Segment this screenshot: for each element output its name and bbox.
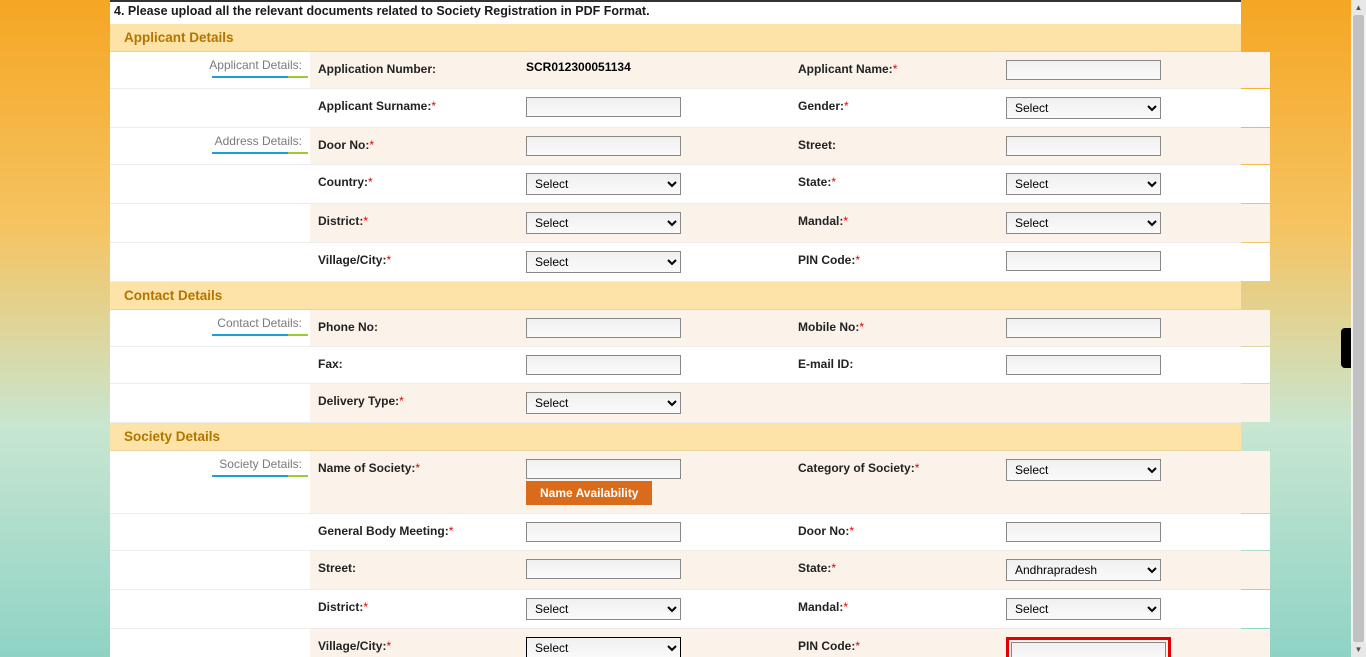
soc-street-input[interactable]	[526, 559, 681, 579]
side-label-contact: Contact Details:	[110, 310, 310, 336]
soc-pin-label: PIN Code:*	[790, 635, 1000, 657]
society-name-label: Name of Society:*	[310, 457, 520, 507]
main-scroll[interactable]: 4. Please upload all the relevant docume…	[0, 0, 1351, 657]
outer-scrollbar[interactable]: ▲ ▼	[1351, 0, 1366, 657]
side-label-applicant: Applicant Details:	[110, 52, 310, 78]
phone-label: Phone No:	[310, 316, 520, 340]
state-select[interactable]: Select	[1006, 173, 1161, 195]
soc-village-label: Village/City:*	[310, 635, 520, 657]
district-label: District:*	[310, 210, 520, 236]
surname-input[interactable]	[526, 97, 681, 117]
village-select[interactable]: Select	[526, 251, 681, 273]
pin-input[interactable]	[1006, 251, 1161, 271]
door-label: Door No:*	[310, 134, 520, 158]
soc-mandal-label: Mandal:*	[790, 596, 1000, 622]
state-label: State:*	[790, 171, 1000, 197]
street-label: Street:	[790, 134, 1000, 158]
country-select[interactable]: Select	[526, 173, 681, 195]
soc-street-label: Street:	[310, 557, 520, 583]
application-number-label: Application Number:	[310, 58, 520, 82]
phone-input[interactable]	[526, 318, 681, 338]
applicant-name-input[interactable]	[1006, 60, 1161, 80]
mandal-select[interactable]: Select	[1006, 212, 1161, 234]
category-select[interactable]: Select	[1006, 459, 1161, 481]
side-tab-icon[interactable]	[1341, 328, 1351, 368]
soc-door-label: Door No:*	[790, 520, 1000, 544]
form-panel: 4. Please upload all the relevant docume…	[110, 0, 1241, 657]
email-label: E-mail ID:	[790, 353, 1000, 377]
side-label-address: Address Details:	[110, 128, 310, 154]
soc-district-label: District:*	[310, 596, 520, 622]
mandal-label: Mandal:*	[790, 210, 1000, 236]
soc-village-select[interactable]: Select	[526, 637, 681, 657]
surname-label: Applicant Surname:*	[310, 95, 520, 121]
fax-label: Fax:	[310, 353, 520, 377]
category-label: Category of Society:*	[790, 457, 1000, 507]
pin-label: PIN Code:*	[790, 249, 1000, 275]
side-label-society: Society Details:	[110, 451, 310, 477]
soc-pin-input[interactable]	[1011, 642, 1166, 657]
delivery-select[interactable]: Select	[526, 392, 681, 414]
soc-door-input[interactable]	[1006, 522, 1161, 542]
gbm-input[interactable]	[526, 522, 681, 542]
applicant-name-label: Applicant Name:*	[790, 58, 1000, 82]
street-input[interactable]	[1006, 136, 1161, 156]
district-select[interactable]: Select	[526, 212, 681, 234]
soc-mandal-select[interactable]: Select	[1006, 598, 1161, 620]
pin-highlight	[1006, 637, 1171, 657]
instruction-text: 4. Please upload all the relevant docume…	[110, 2, 1241, 24]
section-society: Society Details	[110, 423, 1241, 451]
gender-select[interactable]: Select	[1006, 97, 1161, 119]
soc-state-label: State:*	[790, 557, 1000, 583]
name-availability-button[interactable]: Name Availability	[526, 481, 652, 505]
email-input[interactable]	[1006, 355, 1161, 375]
soc-state-select[interactable]: Andhrapradesh	[1006, 559, 1161, 581]
door-input[interactable]	[526, 136, 681, 156]
scroll-track[interactable]	[1351, 15, 1366, 642]
section-applicant: Applicant Details	[110, 24, 1241, 52]
fax-input[interactable]	[526, 355, 681, 375]
mobile-label: Mobile No:*	[790, 316, 1000, 340]
country-label: Country:*	[310, 171, 520, 197]
soc-district-select[interactable]: Select	[526, 598, 681, 620]
mobile-input[interactable]	[1006, 318, 1161, 338]
society-name-input[interactable]	[526, 459, 681, 479]
gbm-label: General Body Meeting:*	[310, 520, 520, 544]
village-label: Village/City:*	[310, 249, 520, 275]
application-number-value: SCR012300051134	[520, 58, 790, 82]
scroll-up-icon[interactable]: ▲	[1351, 0, 1366, 15]
delivery-label: Delivery Type:*	[310, 390, 520, 416]
gender-label: Gender:*	[790, 95, 1000, 121]
scroll-thumb[interactable]	[1353, 15, 1364, 642]
section-contact: Contact Details	[110, 282, 1241, 310]
scroll-down-icon[interactable]: ▼	[1351, 642, 1366, 657]
